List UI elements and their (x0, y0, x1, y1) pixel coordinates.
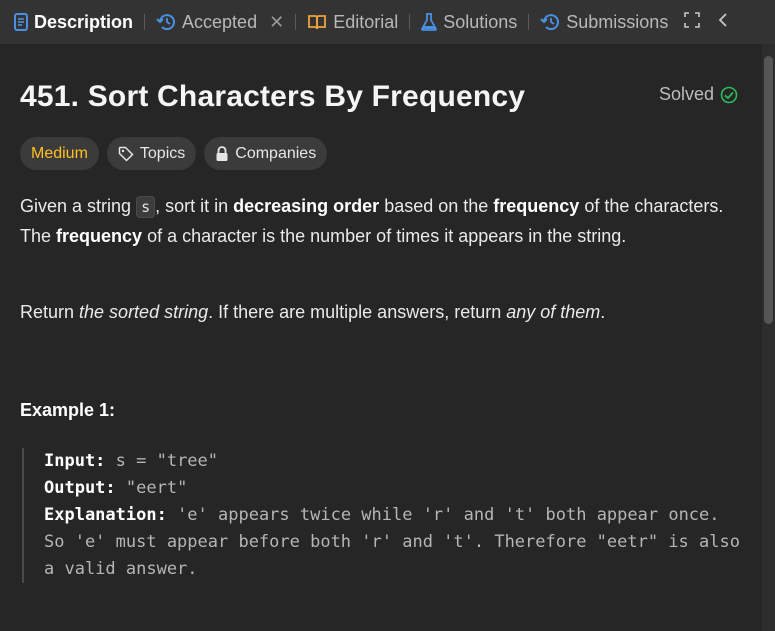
flask-icon (421, 13, 438, 31)
tab-submissions[interactable]: Submissions (540, 0, 668, 44)
tab-separator (528, 14, 530, 30)
problem-tags: Medium Topics Companies (20, 137, 328, 170)
companies-button[interactable]: Companies (204, 137, 328, 170)
solved-label: Solved (659, 84, 715, 104)
inline-code: s (136, 196, 156, 218)
text: Return (20, 302, 80, 322)
companies-label: Companies (235, 144, 317, 162)
example-output: Output: "eert" (44, 475, 742, 502)
text: of a character is the number of times it… (142, 226, 627, 246)
text: based on the (379, 196, 494, 216)
lock-icon (216, 145, 228, 161)
tab-label: Description (34, 11, 134, 32)
input-label: Input: (44, 451, 106, 471)
tab-label: Accepted (182, 11, 258, 32)
explanation-label: Explanation: (44, 505, 167, 525)
scrollbar-thumb[interactable] (764, 56, 773, 324)
solved-status: Solved (659, 84, 738, 105)
example-input: Input: s = "tree" (44, 448, 742, 475)
input-value: s = "tree" (105, 451, 219, 471)
tag-icon (118, 146, 134, 162)
text: . If there are multiple answers, return (208, 302, 507, 322)
emphasis: frequency (493, 196, 580, 216)
difficulty-badge: Medium (20, 137, 99, 170)
example-block: Input: s = "tree" Output: "eert" Explana… (22, 448, 742, 583)
tab-label: Submissions (566, 11, 669, 32)
tab-bar: Description Accepted ✕ Editorial Solutio… (0, 0, 775, 44)
description-icon (14, 13, 28, 31)
problem-title[interactable]: 451. Sort Characters By Frequency (20, 80, 525, 114)
topics-button[interactable]: Topics (106, 137, 197, 170)
text: Given a string (20, 196, 137, 216)
tab-description[interactable]: Description (14, 0, 133, 44)
tab-separator (409, 14, 411, 30)
tab-accepted[interactable]: Accepted ✕ (156, 0, 284, 44)
example-explanation: Explanation: 'e' appears twice while 'r'… (44, 502, 742, 529)
example-explanation-cont: So 'e' must appear before both 'r' and '… (44, 532, 740, 579)
text: , sort it in (155, 196, 234, 216)
problem-return-note: Return the sorted string. If there are m… (20, 298, 740, 327)
history-icon (156, 13, 176, 31)
emphasis: frequency (56, 226, 143, 246)
italic-text: the sorted string (79, 302, 209, 322)
output-value: "eert" (115, 478, 188, 498)
tab-separator (295, 14, 297, 30)
close-icon[interactable]: ✕ (269, 12, 284, 33)
tab-editorial[interactable]: Editorial (307, 0, 398, 44)
tab-label: Solutions (443, 11, 518, 32)
example-title: Example 1: (20, 400, 116, 420)
emphasis: decreasing order (233, 196, 380, 216)
text: . (600, 302, 606, 322)
tab-bar-actions (684, 11, 728, 33)
explanation-text: 'e' appears twice while 'r' and 't' both… (166, 505, 720, 525)
topics-label: Topics (139, 144, 186, 162)
tab-solutions[interactable]: Solutions (421, 0, 517, 44)
problem-description: Given a string s, sort it in decreasing … (20, 192, 740, 251)
tab-label: Editorial (333, 11, 399, 32)
tab-separator (144, 14, 146, 30)
history-icon (540, 13, 560, 31)
check-circle-icon (720, 86, 738, 103)
chevron-left-icon[interactable] (718, 12, 728, 33)
maximize-icon[interactable] (684, 11, 701, 33)
italic-text: any of them (506, 302, 601, 322)
output-label: Output: (44, 478, 116, 498)
book-icon (307, 13, 327, 31)
